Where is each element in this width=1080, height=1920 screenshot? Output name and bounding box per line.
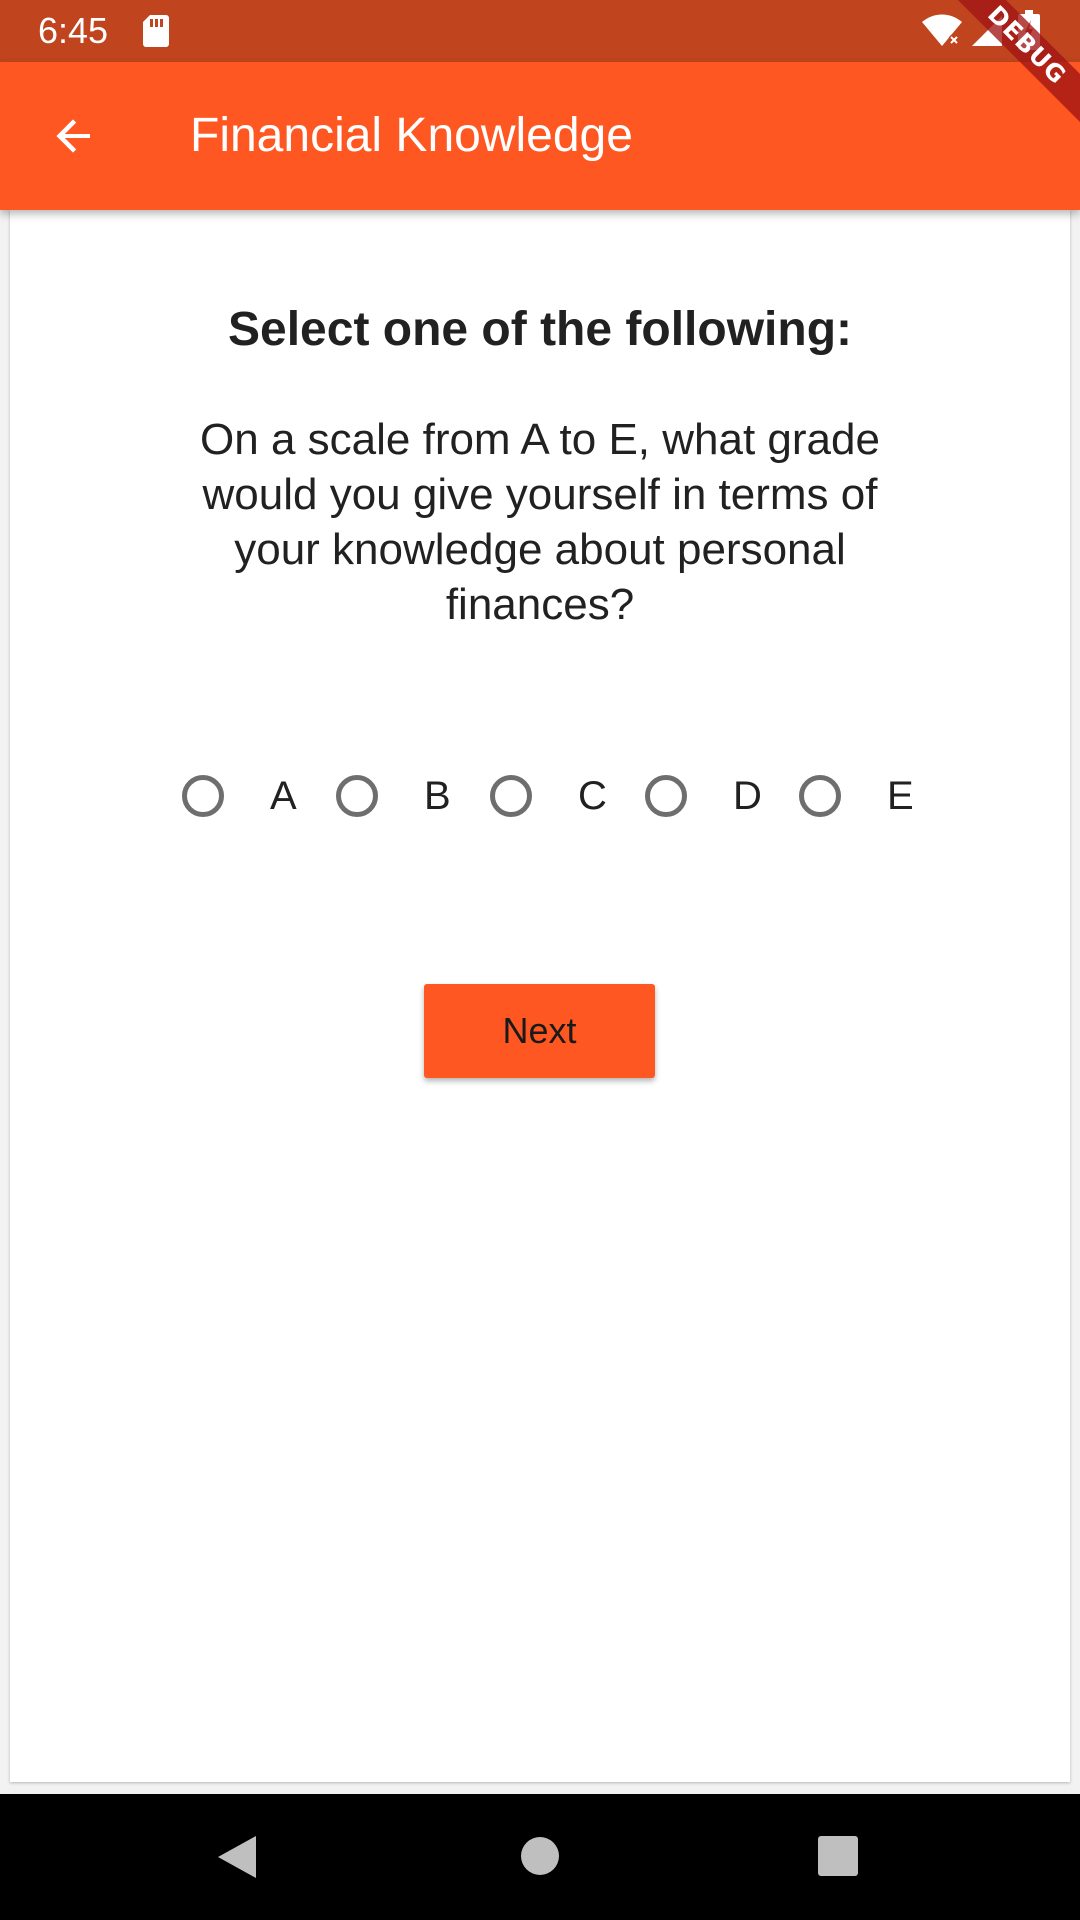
radio-button[interactable]	[645, 775, 687, 817]
option-label: A	[270, 774, 297, 818]
nav-back-icon[interactable]	[214, 1834, 260, 1880]
status-bar: 6:45	[0, 0, 1080, 62]
option-label: D	[733, 774, 762, 818]
page-title: Financial Knowledge	[190, 109, 633, 162]
wifi-icon	[922, 14, 962, 46]
radio-button[interactable]	[799, 775, 841, 817]
nav-home-icon[interactable]	[520, 1836, 560, 1876]
back-button[interactable]	[36, 98, 112, 174]
option-label: E	[887, 774, 914, 818]
navigation-bar	[0, 1794, 1080, 1920]
question-text: On a scale from A to E, what grade would…	[200, 415, 880, 629]
option-label: B	[424, 774, 451, 818]
radio-button[interactable]	[336, 775, 378, 817]
status-time: 6:45	[38, 10, 109, 51]
question-heading: Select one of the following:	[228, 303, 852, 356]
next-button[interactable]: Next	[424, 984, 655, 1078]
nav-recents-icon[interactable]	[818, 1836, 858, 1876]
app-bar: Financial Knowledge	[0, 62, 1080, 210]
arrow-left-icon	[56, 119, 90, 153]
option-label: C	[578, 774, 607, 818]
sd-card-icon	[143, 15, 169, 47]
radio-button[interactable]	[182, 775, 224, 817]
radio-button[interactable]	[490, 775, 532, 817]
